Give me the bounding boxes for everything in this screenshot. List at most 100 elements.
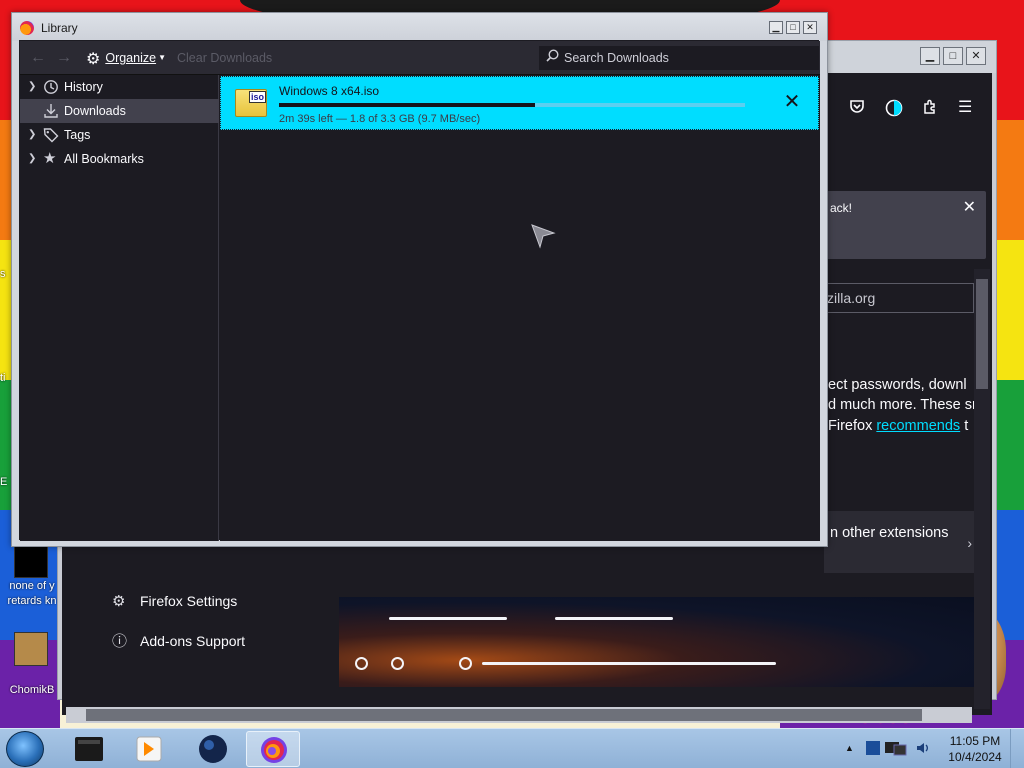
body-text-suffix: t	[964, 418, 969, 434]
taskbar-clock[interactable]: 11:05 PM 10/4/2024	[944, 733, 1006, 765]
tree-item-label: History	[64, 80, 103, 94]
hamster-file-icon[interactable]	[14, 632, 48, 666]
taskbar-app-firefox-icon[interactable]	[246, 731, 300, 767]
library-client-area: ← → ⚙ Organize▼ Clear Downloads ❯ History	[19, 40, 820, 541]
library-window: Library ▁ □ ✕ ← → ⚙ Organize ▼ Clear Downl…	[11, 12, 828, 547]
firefox-settings-link[interactable]: ⚙ Firefox Settings	[112, 592, 237, 610]
minimize-button[interactable]: ▁	[769, 21, 783, 34]
close-icon[interactable]: ✕	[963, 197, 976, 217]
extensions-puzzle-icon[interactable]	[922, 99, 938, 120]
notification-text: ack!	[830, 201, 853, 215]
search-icon	[546, 49, 559, 65]
notification-bar: ack! ✕	[822, 191, 986, 259]
download-progress-bar	[279, 103, 745, 107]
addons-support-label: Add-ons Support	[140, 633, 246, 649]
download-status-text: 2m 39s left — 1.8 of 3.3 GB (9.7 MB/sec)	[279, 113, 481, 125]
clock-time: 11:05 PM	[949, 734, 1001, 748]
expand-twisty-icon[interactable]: ❯	[28, 75, 36, 99]
desktop-edge-letter-e: E	[0, 476, 8, 488]
help-circle-icon: ⓘ	[112, 633, 128, 650]
banner-bar	[555, 617, 673, 620]
expand-twisty-icon[interactable]: ❯	[28, 147, 36, 171]
taskbar-app-media-player-icon[interactable]	[122, 731, 176, 767]
library-title: Library	[41, 21, 78, 35]
maximize-button[interactable]: □	[943, 47, 963, 65]
desktop-edge-letter-ti: ti	[0, 372, 6, 384]
addons-search-field[interactable]: zilla.org	[822, 283, 974, 313]
gear-icon: ⚙	[112, 593, 126, 610]
tree-item-label: Downloads	[64, 104, 126, 118]
windows-taskbar: ▲ 11:05 PM 10/4/2024	[0, 728, 1024, 768]
space-banner-image	[339, 597, 975, 687]
iso-file-icon: iso	[235, 89, 267, 117]
tree-item-downloads[interactable]: Downloads	[20, 99, 219, 123]
body-text-line: d much more. These sr	[828, 397, 974, 413]
addons-support-link[interactable]: ⓘ Add-ons Support	[112, 630, 245, 651]
body-text-line-with-link: Firefox recommends t	[828, 418, 974, 434]
search-downloads-input[interactable]	[564, 50, 814, 66]
library-titlebar[interactable]: Library ▁ □ ✕	[12, 13, 827, 41]
download-item[interactable]: iso Windows 8 x64.iso 2m 39s left — 1.8 …	[220, 76, 819, 130]
organize-label: Organize	[105, 51, 157, 65]
start-button-windows-logo-icon[interactable]	[6, 731, 44, 767]
downloads-list: iso Windows 8 x64.iso 2m 39s left — 1.8 …	[220, 75, 820, 541]
search-downloads-box[interactable]	[539, 46, 819, 70]
back-arrow-icon[interactable]: ←	[30, 49, 46, 67]
banner-dot	[391, 657, 404, 670]
tray-app-icon[interactable]	[864, 739, 882, 757]
hamburger-menu-icon[interactable]: ☰	[958, 97, 972, 117]
banner-dot	[355, 657, 368, 670]
other-extensions-card[interactable]: n other extensions ›	[824, 511, 974, 573]
banner-dot	[459, 657, 472, 670]
other-extensions-label: n other extensions	[830, 525, 949, 541]
recommends-link[interactable]: recommends	[876, 418, 960, 434]
horizontal-scrollbar[interactable]	[66, 707, 972, 723]
desktop-file-icon[interactable]	[14, 544, 48, 578]
iso-file-tag: iso	[249, 91, 266, 103]
library-sidebar-tree: ❯ History Downloads ❯ Tags ❯ ★ All Bookm…	[20, 75, 219, 541]
scrollbar-thumb[interactable]	[86, 709, 922, 721]
tray-expand-arrow-icon[interactable]: ▲	[845, 743, 854, 753]
forward-arrow-icon[interactable]: →	[56, 49, 72, 67]
download-filename: Windows 8 x64.iso	[279, 84, 380, 98]
taskbar-app-globe-icon[interactable]	[186, 731, 240, 767]
mouse-pointer-icon	[530, 223, 556, 252]
desktop-edge-letter-s: s	[0, 268, 6, 280]
expand-twisty-icon[interactable]: ❯	[28, 123, 36, 147]
show-desktop-button[interactable]	[1010, 729, 1024, 768]
close-button[interactable]: ✕	[803, 21, 817, 34]
desktop-icon-label: none of y	[9, 580, 55, 592]
minimize-button[interactable]: ▁	[920, 47, 940, 65]
gear-icon: ⚙	[86, 51, 101, 68]
body-text-prefix: Firefox	[828, 418, 877, 434]
chevron-right-icon: ›	[967, 535, 972, 551]
clear-downloads-button[interactable]: Clear Downloads	[177, 51, 272, 65]
library-toolbar: ← → ⚙ Organize ▼ Clear Downloads	[20, 41, 820, 75]
tree-item-history[interactable]: ❯ History	[20, 75, 219, 99]
maximize-button[interactable]: □	[786, 21, 800, 34]
tree-item-label: Tags	[64, 128, 91, 142]
taskbar-app-vm-icon[interactable]	[62, 731, 116, 767]
tray-network-icon[interactable]	[884, 739, 907, 757]
banner-bar	[482, 662, 776, 665]
vertical-scrollbar[interactable]	[974, 269, 990, 709]
clock-date: 10/4/2024	[948, 750, 1002, 764]
banner-bar	[389, 617, 507, 620]
firefox-settings-label: Firefox Settings	[140, 593, 238, 609]
tree-item-tags[interactable]: ❯ Tags	[20, 123, 219, 147]
desktop-icon-label-line2: retards kn	[7, 595, 57, 607]
close-button[interactable]: ✕	[966, 47, 986, 65]
theme-contrast-icon[interactable]	[885, 99, 903, 122]
tree-item-label: All Bookmarks	[64, 152, 144, 166]
firefox-logo-icon	[20, 21, 34, 35]
star-icon: ★	[43, 150, 57, 167]
organize-menu-button[interactable]: ⚙ Organize ▼	[86, 48, 166, 68]
desktop-icon-label-chomik: ChomikB	[9, 684, 55, 696]
pocket-icon[interactable]	[849, 99, 865, 120]
cancel-download-close-icon[interactable]: ✕	[781, 91, 803, 113]
tray-volume-icon[interactable]	[914, 739, 932, 757]
scrollbar-thumb[interactable]	[976, 279, 988, 389]
body-text-line: ect passwords, downl	[828, 377, 967, 393]
download-progress-fill	[279, 103, 536, 107]
tree-item-all-bookmarks[interactable]: ❯ ★ All Bookmarks	[20, 147, 219, 171]
